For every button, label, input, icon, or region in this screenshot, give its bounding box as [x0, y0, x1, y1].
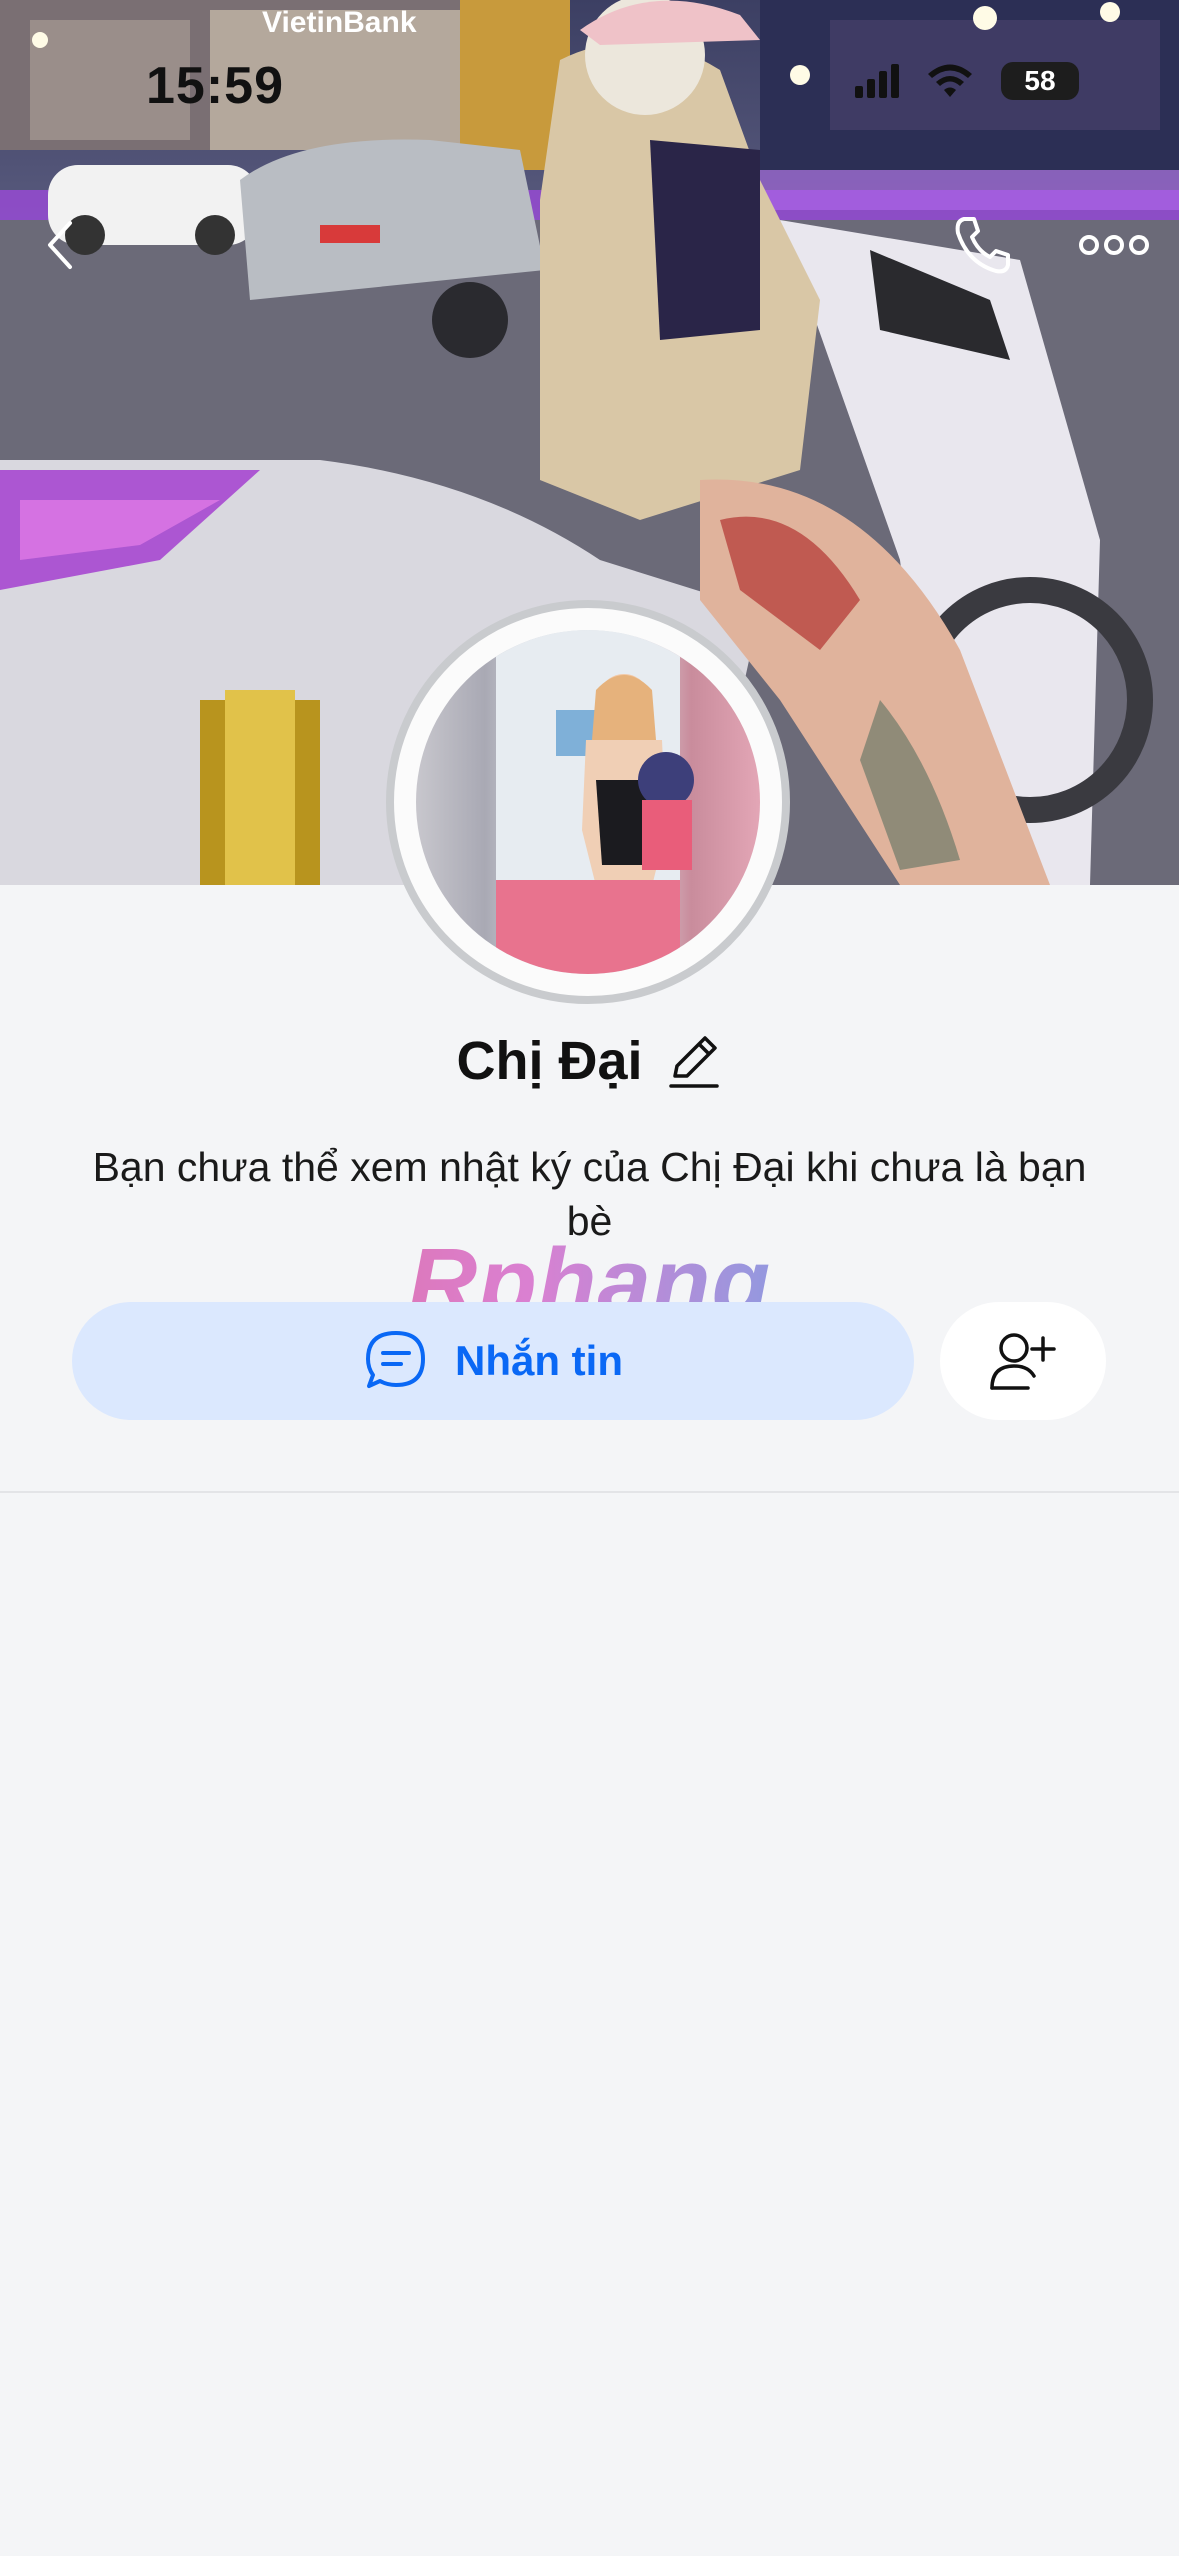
name-row: Chị Đại: [0, 1030, 1179, 1092]
section-divider: [0, 1491, 1179, 1493]
add-friend-icon: [990, 1333, 1056, 1390]
chat-bubble-icon: [366, 1331, 425, 1388]
status-icons: 58: [855, 62, 1079, 100]
avatar-photo: [496, 630, 694, 974]
profile-name: Chị Đại: [456, 1031, 643, 1091]
status-time: 15:59: [146, 57, 284, 115]
avatar[interactable]: [416, 630, 760, 974]
pencil-icon[interactable]: [665, 1032, 723, 1090]
phone-icon: [955, 217, 1010, 274]
back-button[interactable]: [20, 205, 100, 285]
wifi-icon: [928, 64, 972, 97]
avatar-ring[interactable]: [386, 600, 790, 1004]
more-button[interactable]: [1074, 205, 1154, 285]
cover-sign-text: VietinBank: [262, 6, 417, 39]
more-dots-icon: [1079, 235, 1149, 255]
message-button-label: Nhắn tin: [455, 1337, 623, 1384]
battery-icon: 58: [1001, 62, 1079, 100]
call-button[interactable]: [942, 205, 1022, 285]
message-button[interactable]: Nhắn tin: [72, 1302, 914, 1420]
cellular-signal-icon: [855, 64, 899, 98]
profile-screen: VietinBank 15:59 58 Chị Đại Bạn chưa thể…: [0, 0, 1179, 2556]
add-friend-button[interactable]: [940, 1302, 1106, 1420]
chevron-left-icon: [48, 221, 72, 269]
